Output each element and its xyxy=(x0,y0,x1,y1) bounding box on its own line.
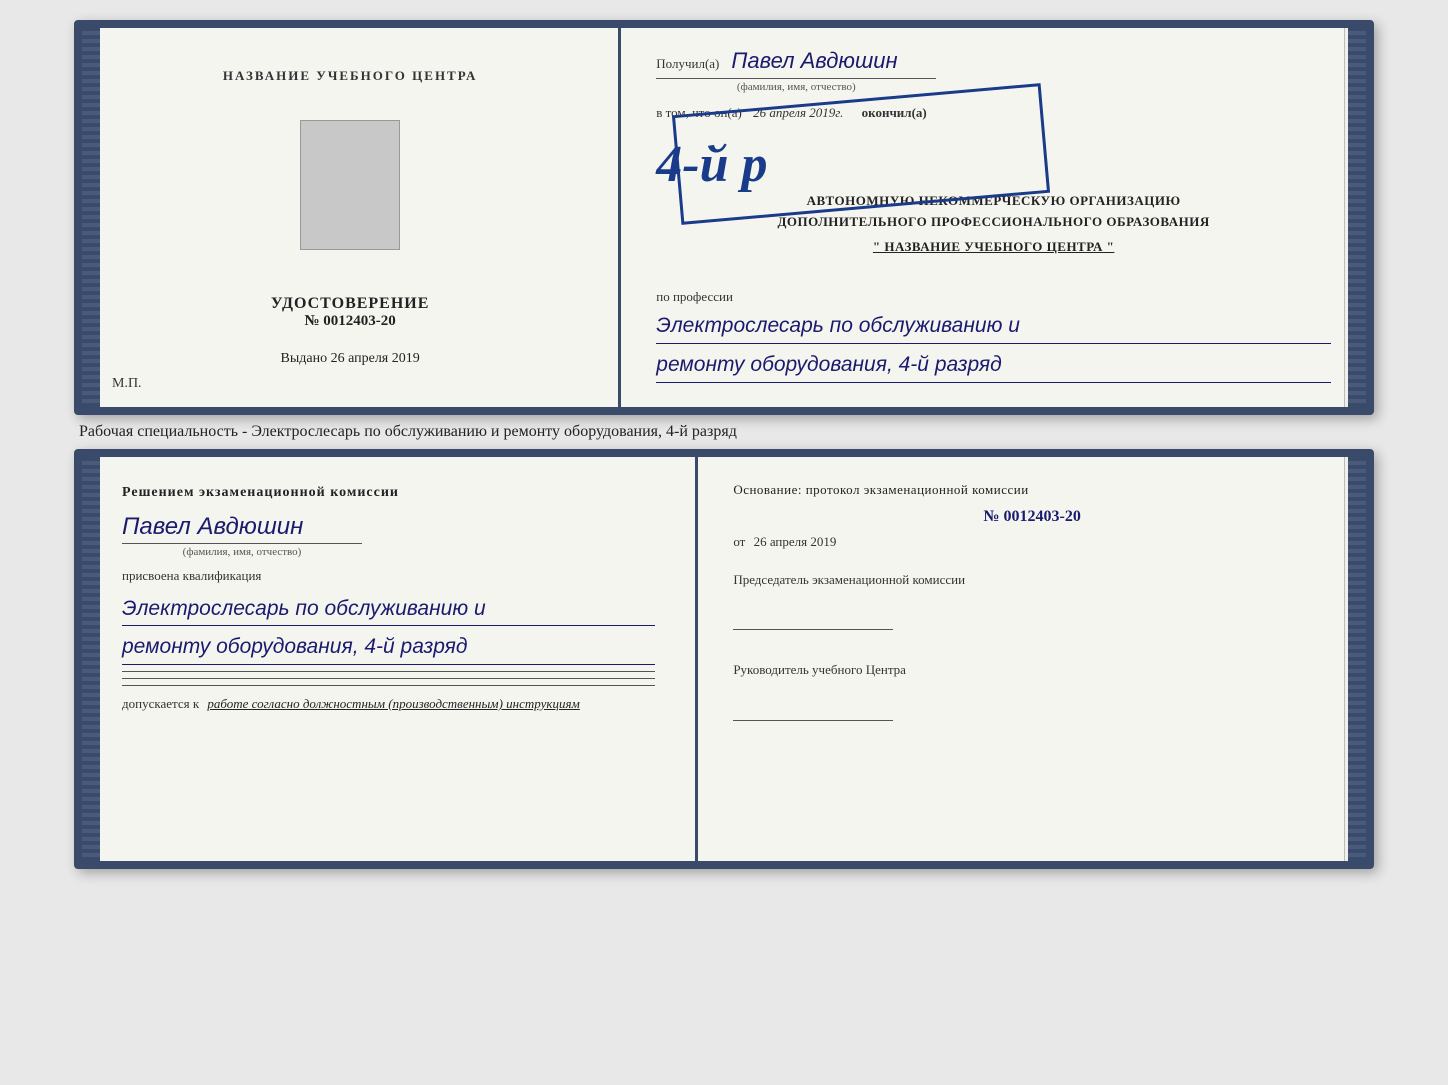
po-professii: по профессии xyxy=(656,289,1331,305)
subtitle-text: Рабочая специальность - Электрослесарь п… xyxy=(74,415,1374,449)
received-prefix: Получил(а) xyxy=(656,56,719,71)
spine-right-bottom xyxy=(1348,457,1366,861)
qualification-line1: Электрослесарь по обслуживанию и xyxy=(122,592,655,627)
okончил-label: окончил(а) xyxy=(862,105,927,120)
protocol-num: № 0012403-20 xyxy=(733,508,1331,526)
profession-line1: Электрослесарь по обслуживанию и xyxy=(656,309,1331,344)
rukovoditel-block: Руководитель учебного Центра xyxy=(733,660,1331,726)
vtom-date: 26 апреля 2019г. xyxy=(753,105,843,120)
fio-hint-top: (фамилия, имя, отчество) xyxy=(656,78,936,93)
rukovoditel-label: Руководитель учебного Центра xyxy=(733,660,1331,680)
exam-person-name: Павел Авдюшин xyxy=(122,513,655,541)
mp-label: М.П. xyxy=(112,376,142,392)
dopuskaetsya-block: допускается к работе согласно должностны… xyxy=(122,696,655,712)
bottom-certificate: Решением экзаменационной комиссии Павел … xyxy=(74,449,1374,869)
hr1 xyxy=(122,671,655,672)
udostoverenie-label: УДОСТОВЕРЕНИЕ xyxy=(271,295,430,313)
rank-large: 4-й р xyxy=(656,136,767,193)
exam-left-page: Решением экзаменационной комиссии Павел … xyxy=(82,457,698,861)
cert-issued-block: Выдано 26 апреля 2019 xyxy=(122,351,578,367)
qualification-line2: ремонту оборудования, 4-й разряд xyxy=(122,630,655,665)
hr2 xyxy=(122,678,655,679)
org-block: АВТОНОМНУЮ НЕКОММЕРЧЕСКУЮ ОРГАНИЗАЦИЮ ДО… xyxy=(656,191,1331,259)
recipient-name: Павел Авдюшин xyxy=(731,48,897,73)
predsedatel-block: Председатель экзаменационной комиссии xyxy=(733,570,1331,636)
cert-udostoverenie-block: УДОСТОВЕРЕНИЕ № 0012403-20 xyxy=(271,295,430,330)
stamp-block: 4-й р АВТОНОМНУЮ НЕКОММЕРЧЕСКУЮ ОРГАНИЗА… xyxy=(656,129,1331,279)
ot-date-block: от 26 апреля 2019 xyxy=(733,534,1331,550)
exam-title: Решением экзаменационной комиссии xyxy=(122,482,655,503)
predsedatel-label: Председатель экзаменационной комиссии xyxy=(733,570,1331,590)
osnov-title: Основание: протокол экзаменационной коми… xyxy=(733,482,1331,498)
predsedatel-sign-line xyxy=(733,629,893,630)
cert-right-page: Получил(а) Павел Авдюшин (фамилия, имя, … xyxy=(621,28,1366,407)
org-line1: АВТОНОМНУЮ НЕКОММЕРЧЕСКУЮ ОРГАНИЗАЦИЮ xyxy=(656,191,1331,212)
received-block: Получил(а) Павел Авдюшин xyxy=(656,48,1331,74)
vtom-prefix: в том, что он(а) xyxy=(656,105,742,120)
issued-label: Выдано xyxy=(281,351,328,366)
org-line2: ДОПОЛНИТЕЛЬНОГО ПРОФЕССИОНАЛЬНОГО ОБРАЗО… xyxy=(656,212,1331,233)
udostoverenie-number: № 0012403-20 xyxy=(271,313,430,330)
prisvoena-label: присвоена квалификация xyxy=(122,568,655,584)
dopuskaetsya-prefix: допускается к xyxy=(122,696,199,711)
fio-hint-exam: (фамилия, имя, отчество) xyxy=(122,543,362,558)
ot-date: 26 апреля 2019 xyxy=(754,534,837,549)
hr3 xyxy=(122,685,655,686)
cert-left-page: НАЗВАНИЕ УЧЕБНОГО ЦЕНТРА УДОСТОВЕРЕНИЕ №… xyxy=(82,28,621,407)
vtom-block: в том, что он(а) 26 апреля 2019г. окончи… xyxy=(656,105,1331,121)
cert-center-name: НАЗВАНИЕ УЧЕБНОГО ЦЕНТРА xyxy=(223,68,478,84)
rukovoditel-sign-line xyxy=(733,720,893,721)
cert-photo xyxy=(300,120,400,250)
issued-date: 26 апреля 2019 xyxy=(331,351,420,366)
profession-line2: ремонту оборудования, 4-й разряд xyxy=(656,348,1331,383)
ot-prefix: от xyxy=(733,534,745,549)
top-certificate: НАЗВАНИЕ УЧЕБНОГО ЦЕНТРА УДОСТОВЕРЕНИЕ №… xyxy=(74,20,1374,415)
spine-right-top xyxy=(1348,28,1366,407)
dopuskaetsya-cursive: работе согласно должностным (производств… xyxy=(207,696,579,711)
org-name: " НАЗВАНИЕ УЧЕБНОГО ЦЕНТРА " xyxy=(656,237,1331,260)
exam-right-page: Основание: протокол экзаменационной коми… xyxy=(698,457,1366,861)
